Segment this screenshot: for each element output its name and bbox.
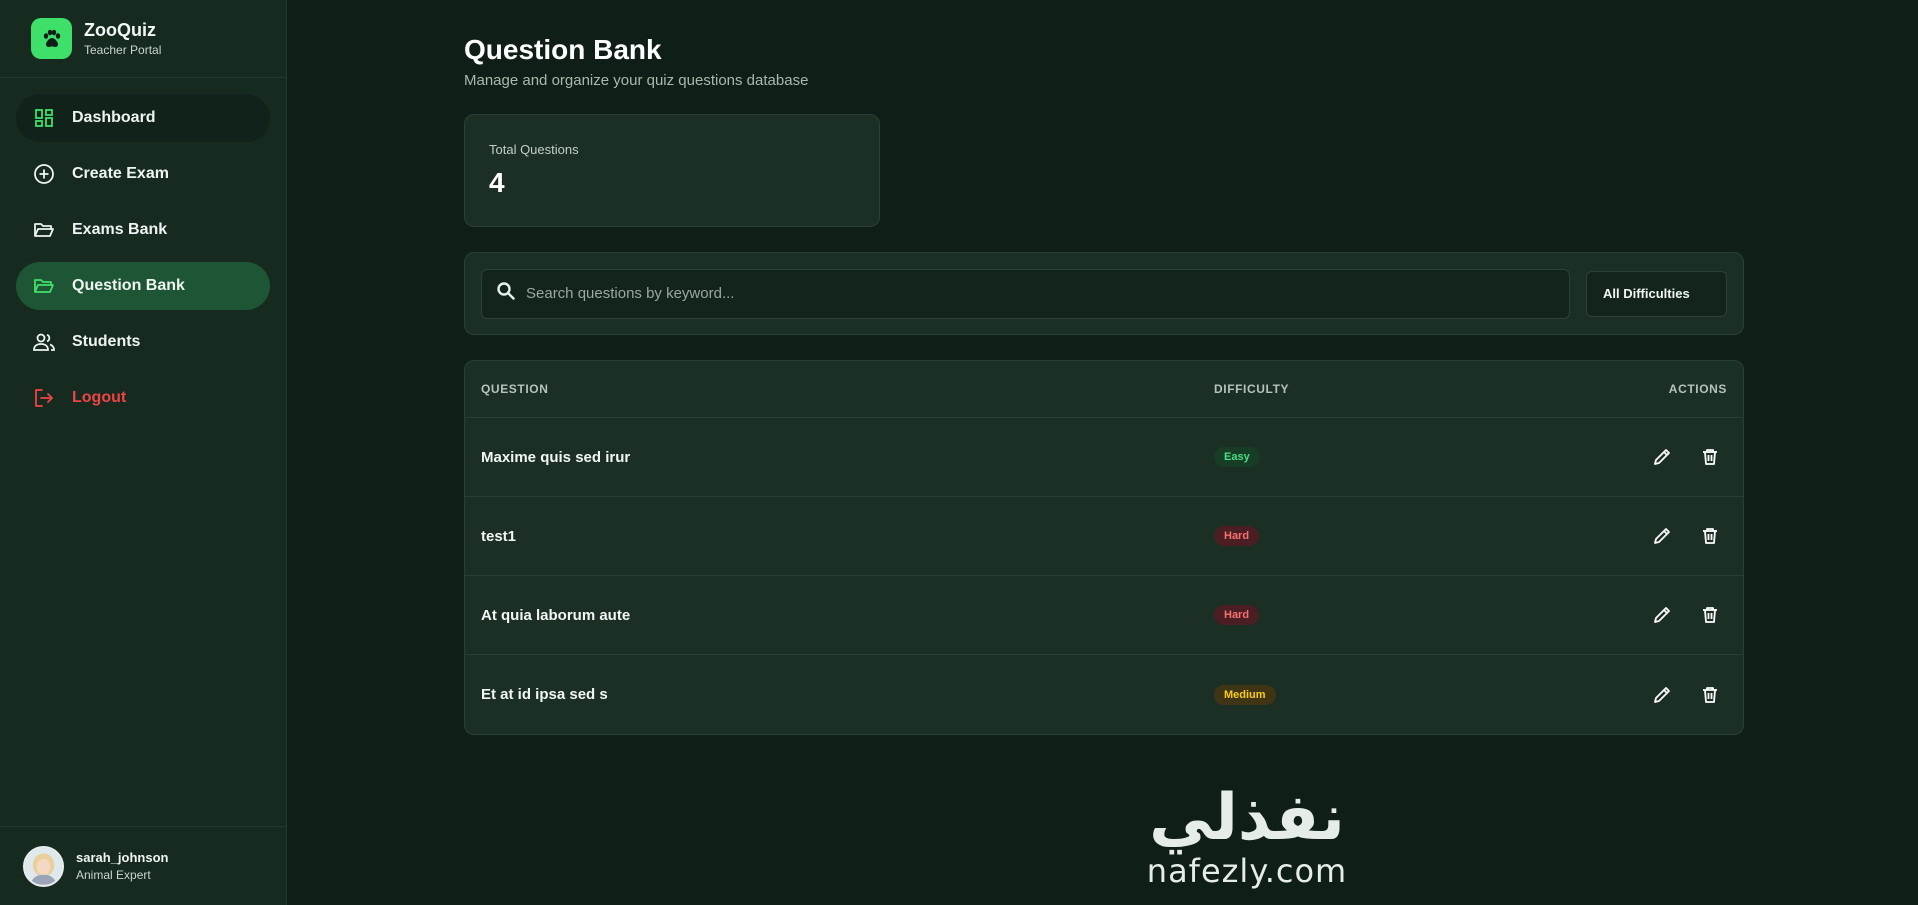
sidebar-item-label: Logout [72,389,127,406]
table-row: Et at id ipsa sed s Medium [465,655,1743,734]
watermark-arabic: نفذلي [1149,781,1345,855]
difficulty-badge: Easy [1214,447,1260,467]
brand-subtitle: Teacher Portal [84,43,162,57]
question-text: Et at id ipsa sed s [481,686,608,703]
questions-table: QUESTION DIFFICULTY ACTIONS Maxime quis … [464,360,1744,735]
edit-button[interactable] [1647,442,1677,472]
page-title: Question Bank [464,34,662,65]
edit-button[interactable] [1647,521,1677,551]
search-input[interactable] [526,285,1546,302]
search-icon [496,281,516,306]
difficulty-badge: Medium [1214,684,1276,705]
folder-open-icon [32,274,56,298]
sidebar-nav: Dashboard Create Exam Exams Bank Questio… [0,78,286,430]
user-name: sarah_johnson [76,850,169,865]
question-text: At quia laborum aute [481,606,631,624]
question-text: Maxime quis sed irur [481,448,631,466]
sidebar-item-label: Create Exam [72,165,169,182]
header-question: QUESTION [481,382,549,396]
trash-icon [1703,528,1717,544]
watermark-logo: نفذلي nafezly.com [1137,786,1357,890]
edit-button[interactable] [1647,680,1677,710]
table-row: test1 Hard [465,497,1743,576]
sidebar-item-label: Question Bank [72,277,185,294]
sidebar-item-logout[interactable]: Logout [16,374,270,422]
edit-button[interactable] [1647,600,1677,630]
search-box [481,268,1570,319]
sidebar-item-question-bank[interactable]: Question Bank [16,262,270,310]
filter-bar: All Difficulties [464,252,1744,335]
table-header: QUESTION DIFFICULTY ACTIONS [465,361,1743,418]
difficulty-badge: Hard [1214,605,1260,625]
sidebar-item-label: Dashboard [72,109,156,126]
sidebar-item-label: Exams Bank [72,221,168,238]
delete-button[interactable] [1695,521,1725,551]
pencil-icon [1654,686,1670,703]
page-subtitle: Manage and organize your quiz questions … [464,72,809,89]
header-actions: ACTIONS [1668,382,1727,396]
sidebar-item-exams-bank[interactable]: Exams Bank [16,206,270,254]
main-content: Question Bank Manage and organize your q… [287,0,1918,905]
sidebar-item-label: Students [72,333,141,350]
trash-icon [1703,686,1717,703]
difficulty-select[interactable]: All Difficulties [1586,270,1727,317]
stat-label: Total Questions [489,142,579,157]
stat-value: 4 [489,167,505,198]
sidebar-item-students[interactable]: Students [16,318,270,366]
logout-icon [32,386,56,410]
user-role: Animal Expert [76,868,151,882]
delete-button[interactable] [1695,600,1725,630]
question-text: test1 [481,527,517,545]
brand: ZooQuiz Teacher Portal [0,0,286,78]
delete-button[interactable] [1695,442,1725,472]
folder-open-icon [32,218,56,242]
plus-circle-icon [32,162,56,186]
app-root: ZooQuiz Teacher Portal Dashboard Create … [0,0,1918,905]
delete-button[interactable] [1695,680,1725,710]
pencil-icon [1654,607,1670,623]
table-row: At quia laborum aute Hard [465,576,1743,655]
trash-icon [1703,449,1717,465]
sidebar-item-create-exam[interactable]: Create Exam [16,150,270,198]
avatar [23,845,64,887]
pencil-icon [1654,528,1670,544]
watermark-latin: nafezly.com [1146,852,1348,890]
brand-title: ZooQuiz [84,20,156,40]
difficulty-badge: Hard [1214,526,1260,546]
trash-icon [1703,607,1717,623]
users-icon [32,330,56,354]
pencil-icon [1654,449,1670,465]
total-questions-card: Total Questions 4 [464,114,880,227]
paw-icon [31,18,72,59]
dashboard-grid-icon [32,106,56,130]
user-profile[interactable]: sarah_johnson Animal Expert [0,826,286,905]
sidebar-item-dashboard[interactable]: Dashboard [16,94,270,142]
table-row: Maxime quis sed irur Easy [465,418,1743,497]
sidebar: ZooQuiz Teacher Portal Dashboard Create … [0,0,287,905]
header-difficulty: DIFFICULTY [1214,382,1290,396]
